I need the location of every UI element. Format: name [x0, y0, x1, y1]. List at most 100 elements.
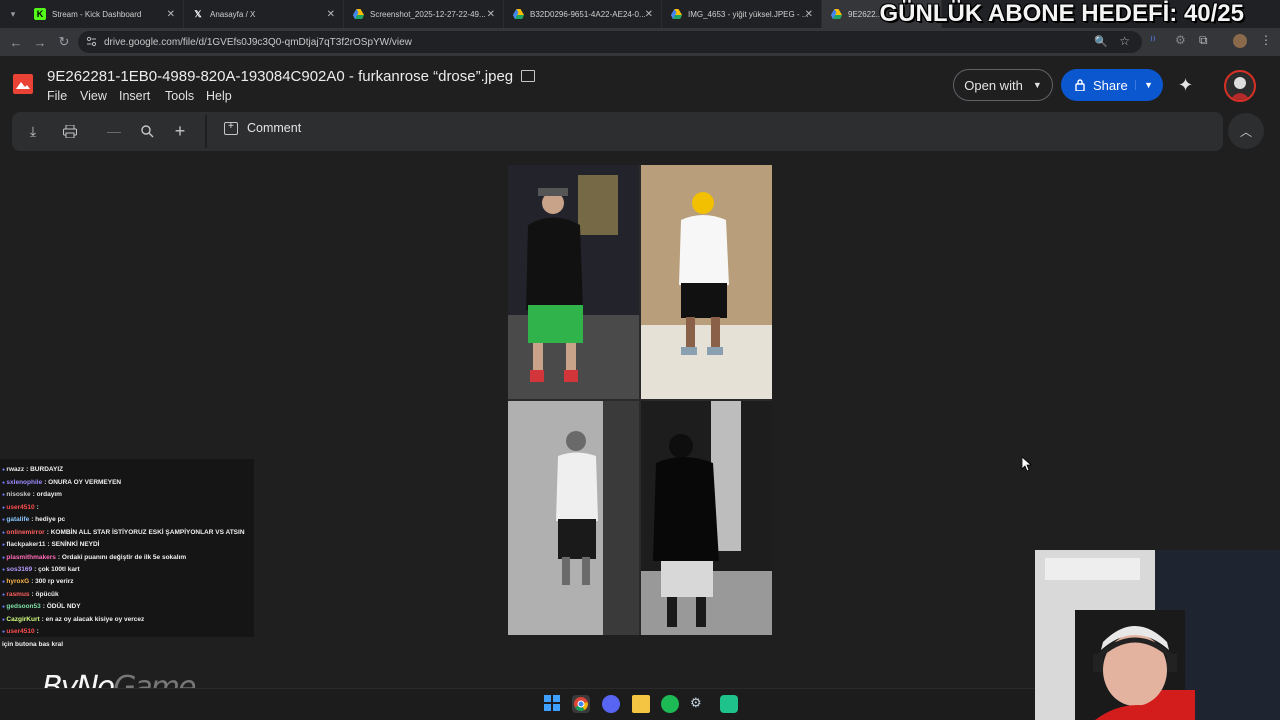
- close-icon[interactable]: ✕: [327, 9, 335, 20]
- profile-avatar[interactable]: [1233, 34, 1247, 48]
- account-avatar[interactable]: [1224, 70, 1256, 102]
- tab-label: B32D0296-9651-4A22-AE24-0...: [530, 9, 646, 19]
- chat-username[interactable]: rasmus: [6, 591, 29, 598]
- file-explorer-icon[interactable]: [632, 695, 650, 713]
- drive-icon: [670, 8, 682, 20]
- chat-username[interactable]: gatalife: [6, 516, 29, 523]
- chat-message: ● sxlenophile: ONURA OY VERMEYEN: [2, 479, 121, 486]
- chat-username[interactable]: user4510: [6, 504, 34, 511]
- menu-view[interactable]: View: [80, 89, 107, 103]
- tab-x[interactable]: 𝕏 Anasayfa / X ✕: [184, 0, 344, 28]
- chat-text: öpücük: [35, 591, 59, 598]
- share-button[interactable]: Share ▼: [1061, 69, 1163, 101]
- open-with-button[interactable]: Open with ▼: [953, 69, 1053, 101]
- chat-username[interactable]: gedsoon53: [6, 603, 40, 610]
- chat-username[interactable]: nisoske: [6, 491, 30, 498]
- zoom-magnifier-icon[interactable]: [137, 121, 157, 141]
- reload-icon[interactable]: ↻: [52, 30, 76, 54]
- menu-insert[interactable]: Insert: [119, 89, 150, 103]
- chat-message: için butona bas kral: [2, 641, 63, 648]
- discord-icon[interactable]: [602, 695, 620, 713]
- tab-kick[interactable]: K Stream - Kick Dashboard ✕: [26, 0, 184, 28]
- move-folder-icon[interactable]: [521, 70, 535, 82]
- bookmark-star-icon[interactable]: ☆: [1119, 34, 1130, 48]
- download-icon[interactable]: ⤓: [23, 121, 43, 141]
- photo-bottom-left: [508, 401, 639, 635]
- image-file-icon: [13, 74, 33, 94]
- extensions-puzzle-icon[interactable]: ⧉: [1199, 33, 1208, 48]
- site-info-icon[interactable]: [86, 36, 97, 47]
- chat-message: ● gatalife: hediye pc: [2, 516, 65, 523]
- chevron-down-icon: ▼: [1032, 80, 1042, 90]
- share-label: Share: [1093, 77, 1128, 93]
- comment-button[interactable]: + Comment: [224, 121, 301, 135]
- chat-message: ● nisoske: ordayım: [2, 491, 62, 498]
- tab-label: 9E2622...: [848, 9, 883, 19]
- app-icon[interactable]: [720, 695, 738, 713]
- chat-message: ● sos3169: çok 100tl kart: [2, 566, 80, 573]
- chat-username[interactable]: user4510: [6, 628, 34, 635]
- drive-icon: [830, 8, 842, 20]
- chat-message: ● user4510:: [2, 628, 39, 635]
- chat-message: ● onlinemirror: KOMBİN ALL STAR İSTİYORU…: [2, 529, 245, 536]
- chat-message: ● hyroxG: 300 rp verirz: [2, 578, 73, 585]
- chat-text: KOMBİN ALL STAR İSTİYORUZ ESKİ ŞAMPİYONL…: [50, 529, 245, 536]
- file-title: 9E262281-1EB0-4989-820A-193084C902A0 - f…: [47, 68, 514, 85]
- tab-drive-screenshot[interactable]: Screenshot_2025-12-27-22-49... ✕: [344, 0, 504, 28]
- windows-start-icon[interactable]: [544, 695, 562, 713]
- collapse-toolbar-button[interactable]: ︿: [1228, 113, 1264, 149]
- tab-label: Screenshot_2025-12-27-22-49...: [370, 9, 486, 19]
- lock-icon: [1075, 79, 1085, 92]
- streamer-webcam: [1035, 550, 1280, 720]
- tab-label: Anasayfa / X: [210, 9, 256, 19]
- spotify-icon[interactable]: [661, 695, 679, 713]
- chat-username[interactable]: sxlenophile: [6, 479, 42, 486]
- tab-search-icon[interactable]: ▾: [0, 2, 26, 26]
- extension-icon[interactable]: ⁾⁾: [1150, 34, 1155, 47]
- chat-text: ONURA OY VERMEYEN: [48, 479, 122, 486]
- close-icon[interactable]: ✕: [487, 9, 495, 20]
- chat-username[interactable]: hyroxG: [6, 578, 29, 585]
- mouse-cursor-icon: [1021, 456, 1033, 476]
- gemini-sparkle-icon[interactable]: ✦: [1178, 75, 1193, 96]
- close-icon[interactable]: ✕: [645, 9, 653, 20]
- chat-username[interactable]: sos3169: [6, 566, 32, 573]
- url-bar[interactable]: drive.google.com/file/d/1GVEfs0J9c3Q0-qm…: [78, 31, 1142, 53]
- chat-text: hediye pc: [35, 516, 66, 523]
- chat-text: 300 rp verirz: [35, 578, 74, 585]
- drive-icon: [352, 8, 364, 20]
- zoom-icon[interactable]: 🔍: [1094, 35, 1108, 48]
- comment-label: Comment: [247, 121, 302, 135]
- chat-message: ● rasmus: öpücük: [2, 591, 59, 598]
- close-icon[interactable]: ✕: [167, 9, 175, 20]
- chat-message: ● gedsoon53: ÖDÜL NDY: [2, 603, 81, 610]
- chat-username[interactable]: plasmithmakers: [6, 554, 56, 561]
- steam-icon[interactable]: ⚙: [690, 695, 708, 713]
- print-icon[interactable]: [60, 121, 80, 141]
- more-menu-icon[interactable]: ⋮: [1260, 33, 1272, 47]
- url-text: drive.google.com/file/d/1GVEfs0J9c3Q0-qm…: [104, 36, 412, 48]
- chat-username[interactable]: onlinemirror: [6, 529, 44, 536]
- chat-message: ● rwazz: BURDAYIZ: [2, 466, 63, 473]
- menu-tools[interactable]: Tools: [165, 89, 194, 103]
- chat-text: ordayım: [36, 491, 62, 498]
- chat-username[interactable]: rwazz: [6, 466, 24, 473]
- chat-username[interactable]: flackpaker11: [6, 541, 45, 548]
- chat-username[interactable]: CazgirKurt: [6, 616, 39, 623]
- forward-icon[interactable]: →: [28, 30, 52, 54]
- share-dropdown-icon[interactable]: ▼: [1135, 80, 1153, 90]
- image-preview-collage: [508, 165, 772, 635]
- tab-drive-b32[interactable]: B32D0296-9651-4A22-AE24-0... ✕: [504, 0, 662, 28]
- chat-text: en az oy alacak kisiye oy vercez: [45, 616, 145, 623]
- extension-icon[interactable]: ⚙: [1175, 33, 1186, 47]
- zoom-in-icon[interactable]: +: [170, 121, 190, 141]
- zoom-out-icon[interactable]: —: [104, 121, 124, 141]
- chat-text: Ordaki puanını değiştir de ilk 5e sokalı…: [61, 554, 187, 561]
- close-icon[interactable]: ✕: [805, 9, 813, 20]
- menu-help[interactable]: Help: [206, 89, 232, 103]
- chrome-icon[interactable]: [572, 695, 590, 713]
- menu-file[interactable]: File: [47, 89, 67, 103]
- back-icon[interactable]: ←: [4, 30, 28, 54]
- tab-drive-img4653[interactable]: IMG_4653 - yiğit yüksel.JPEG - ... ✕: [662, 0, 822, 28]
- drive-icon: [512, 8, 524, 20]
